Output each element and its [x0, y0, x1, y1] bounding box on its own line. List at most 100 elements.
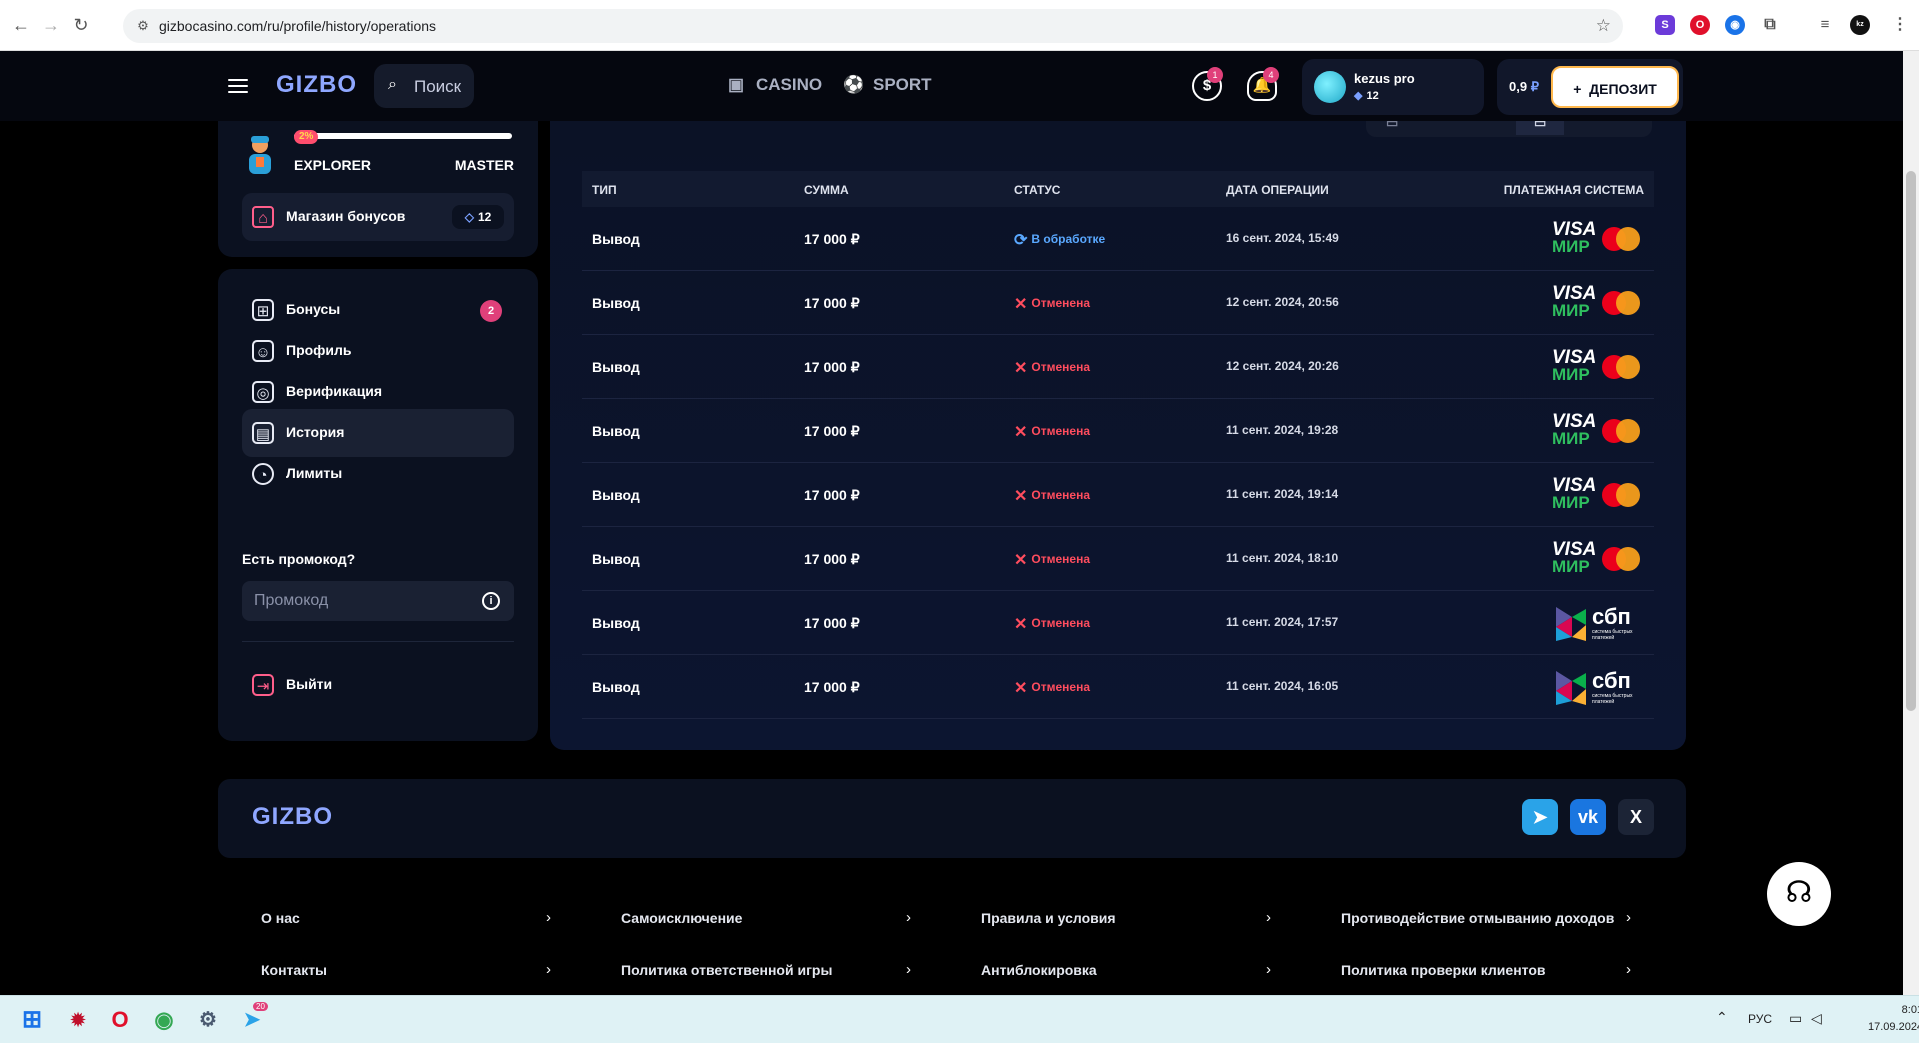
- chevron-right-icon[interactable]: ›: [546, 909, 551, 926]
- bonus-shop-button[interactable]: ⌂ Магазин бонусов ◇ 12: [242, 193, 514, 241]
- mir-logo: МИР: [1552, 301, 1590, 320]
- info-icon[interactable]: i: [482, 592, 500, 610]
- windows-taskbar: ⊞ ✹ O ◉ ⚙ ➤ 20 ⌃ РУС ▭ ◁ 8:01 17.09.2024: [0, 995, 1919, 1043]
- table-row: Вывод 17 000 ₽ ✕ Отменена 11 сент. 2024, …: [582, 399, 1654, 463]
- level-current: EXPLORER: [294, 157, 372, 173]
- chevron-right-icon[interactable]: ›: [906, 961, 911, 978]
- deposit-button[interactable]: + ДЕПОЗИТ: [1551, 66, 1679, 108]
- chevron-right-icon[interactable]: ›: [1626, 909, 1631, 926]
- footer-link[interactable]: Контакты: [261, 962, 327, 978]
- vk-icon[interactable]: vk: [1570, 799, 1606, 835]
- footer-link[interactable]: Антиблокировка: [981, 962, 1097, 978]
- sbp-logo: сбп система быстрых платежей: [1552, 667, 1644, 707]
- bonus-shop-gems: ◇ 12: [452, 205, 504, 229]
- sbp-icon: [1556, 607, 1586, 641]
- tray-chevron-up-icon[interactable]: ⌃: [1716, 1009, 1728, 1026]
- tab-deposits[interactable]: ▭: [1386, 121, 1398, 131]
- site-logo[interactable]: GIZBO: [276, 71, 357, 99]
- reading-list-icon[interactable]: ≡: [1815, 15, 1835, 35]
- chrome-icon[interactable]: ◉: [148, 1004, 180, 1036]
- footer-link[interactable]: Самоисключение: [621, 910, 742, 926]
- extensions-puzzle-icon[interactable]: ⧉: [1760, 15, 1780, 35]
- search-label: Поиск: [414, 77, 462, 96]
- avatar: [1314, 71, 1346, 103]
- promo-code-input[interactable]: [242, 581, 514, 621]
- page-scrollbar[interactable]: [1903, 51, 1919, 995]
- scrollbar-thumb[interactable]: [1906, 171, 1916, 711]
- app-icon[interactable]: ✹: [62, 1004, 94, 1036]
- mastercard-icon: [1616, 547, 1640, 571]
- username: kezus pro: [1354, 71, 1415, 86]
- mastercard-icon: [1616, 291, 1640, 315]
- site-info-icon[interactable]: ⚙: [135, 18, 151, 34]
- support-chat-icon[interactable]: ☊: [1767, 862, 1831, 926]
- table-row: Вывод 17 000 ₽ ✕ Отменена 11 сент. 2024, …: [582, 527, 1654, 591]
- bookmark-star-icon[interactable]: ☆: [1596, 16, 1611, 36]
- keyboard-language[interactable]: РУС: [1748, 1012, 1772, 1026]
- sbp-subtitle: система быстрых платежей: [1592, 693, 1633, 705]
- menu-item-limits[interactable]: ◔ Лимиты: [242, 450, 514, 498]
- mastercard-icon: [1616, 227, 1640, 251]
- address-bar[interactable]: ⚙ gizbocasino.com/ru/profile/history/ope…: [123, 9, 1623, 43]
- sbp-icon: [1556, 671, 1586, 705]
- network-icon[interactable]: ▭: [1789, 1010, 1802, 1027]
- cell-amount: 17 000 ₽: [804, 295, 860, 311]
- footer-link[interactable]: О нас: [261, 910, 300, 926]
- burger-menu-icon[interactable]: [228, 79, 248, 93]
- reload-icon[interactable]: ↻: [70, 14, 92, 36]
- nav-casino-label: CASINO: [756, 75, 823, 94]
- nav-sport[interactable]: ⚽ SPORT: [843, 75, 932, 95]
- volume-icon[interactable]: ◁: [1811, 1010, 1822, 1027]
- footer-link[interactable]: Противодействие отмыванию доходов: [1341, 910, 1614, 926]
- status-text: Отменена: [1031, 424, 1091, 438]
- chevron-right-icon[interactable]: ›: [906, 909, 911, 926]
- taskbar-clock[interactable]: 8:01 17.09.2024: [1868, 1002, 1919, 1036]
- user-card[interactable]: kezus pro ◆ 12: [1302, 59, 1484, 115]
- footer-link[interactable]: Правила и условия: [981, 910, 1116, 926]
- profile-avatar-icon[interactable]: kz: [1850, 15, 1870, 35]
- cell-type: Вывод: [592, 615, 640, 631]
- status-text: Отменена: [1031, 488, 1091, 502]
- cell-type: Вывод: [592, 551, 640, 567]
- visa-mir-mastercard-logo: VISA МИР: [1552, 475, 1644, 515]
- cross-icon: ✕: [1014, 488, 1028, 505]
- status-text: Отменена: [1031, 616, 1091, 630]
- history-icon: ▤: [252, 422, 274, 444]
- browser-toolbar: ← → ↻ ⚙ gizbocasino.com/ru/profile/histo…: [0, 0, 1919, 51]
- table-row: Вывод 17 000 ₽ ⟳ В обработке 16 сент. 202…: [582, 207, 1654, 271]
- menu-item-label: Верификация: [286, 383, 383, 399]
- coins-badge: 1: [1207, 67, 1223, 83]
- forward-icon[interactable]: →: [40, 14, 62, 36]
- footer-link[interactable]: Политика проверки клиентов: [1341, 962, 1545, 978]
- telegram-icon[interactable]: ➤: [1522, 799, 1558, 835]
- chevron-right-icon[interactable]: ›: [1266, 961, 1271, 978]
- browser-menu-icon[interactable]: ⋮: [1890, 15, 1910, 35]
- logout-button[interactable]: ⇥ Выйти: [242, 661, 514, 709]
- profile-icon: ☺: [252, 340, 274, 362]
- extension-blue-icon[interactable]: ◉: [1725, 15, 1745, 35]
- footer-link[interactable]: Политика ответственной игры: [621, 962, 832, 978]
- tab-withdrawals[interactable]: ▭: [1516, 121, 1565, 135]
- cell-amount: 17 000 ₽: [804, 423, 860, 439]
- cell-amount: 17 000 ₽: [804, 679, 860, 695]
- nav-casino[interactable]: ▣ CASINO: [726, 75, 822, 95]
- footer-logo[interactable]: GIZBO: [252, 803, 333, 831]
- mir-logo: МИР: [1552, 557, 1590, 576]
- chevron-right-icon[interactable]: ›: [1626, 961, 1631, 978]
- opera-icon[interactable]: O: [104, 1004, 136, 1036]
- status-badge: ✕ Отменена: [1014, 678, 1090, 698]
- x-icon[interactable]: X: [1618, 799, 1654, 835]
- chevron-right-icon[interactable]: ›: [1266, 909, 1271, 926]
- back-icon[interactable]: ←: [10, 14, 32, 36]
- url-text[interactable]: gizbocasino.com/ru/profile/history/opera…: [159, 18, 436, 34]
- mastercard-icon: [1616, 355, 1640, 379]
- visa-mir-mastercard-logo: VISA МИР: [1552, 219, 1644, 259]
- opera-extension-icon[interactable]: O: [1690, 15, 1710, 35]
- bonuses-count-badge: 2: [480, 300, 502, 322]
- search-button[interactable]: ⌕ Поиск: [374, 64, 474, 108]
- sbp-text: сбп: [1592, 604, 1631, 629]
- extension-icon[interactable]: S: [1655, 15, 1675, 35]
- windows-start-icon[interactable]: ⊞: [16, 1004, 48, 1036]
- settings-gear-icon[interactable]: ⚙: [192, 1004, 224, 1036]
- chevron-right-icon[interactable]: ›: [546, 961, 551, 978]
